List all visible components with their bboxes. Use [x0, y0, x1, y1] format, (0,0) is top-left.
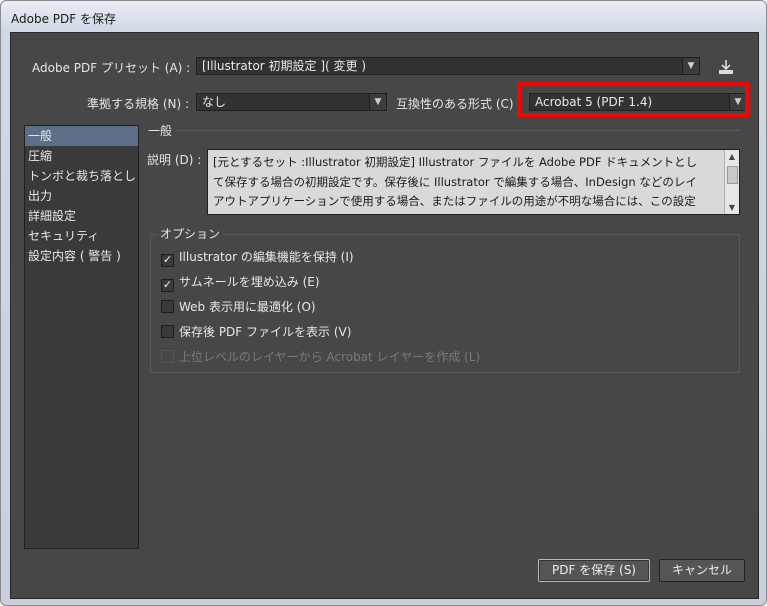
sidebar-item-security[interactable]: セキュリティ: [25, 226, 138, 246]
option-label: Illustrator の編集機能を保持 (I): [179, 250, 354, 264]
chevron-down-icon: ▼: [369, 94, 386, 110]
sidebar-item-advanced[interactable]: 詳細設定: [25, 206, 138, 226]
option-create-acrobat-layers: 上位レベルのレイヤーから Acrobat レイヤーを作成 (L): [161, 348, 480, 366]
chevron-down-icon: ▼: [682, 58, 699, 74]
description-textarea[interactable]: [元とするセット :Illustrator 初期設定] Illustrator …: [207, 149, 740, 215]
window-title: Adobe PDF を保存: [11, 12, 116, 26]
option-label: Web 表示用に最適化 (O): [179, 300, 316, 314]
option-view-after-save[interactable]: 保存後 PDF ファイルを表示 (V): [161, 323, 351, 341]
checkbox-checked[interactable]: ✓: [161, 279, 174, 292]
standard-value: なし: [202, 95, 227, 109]
checkbox-unchecked[interactable]: [161, 300, 174, 313]
scroll-thumb[interactable]: [727, 166, 738, 184]
description-scrollbar[interactable]: ▲ ▼: [724, 150, 739, 214]
description-label: 説明 (D) :: [147, 153, 202, 167]
description-line: て保存する場合の初期設定です。保存後に Illustrator で編集する場合、…: [213, 174, 697, 189]
sidebar-item-general[interactable]: 一般: [25, 126, 138, 146]
highlight-box: [517, 82, 749, 117]
standard-dropdown[interactable]: なし ▼: [196, 93, 387, 111]
option-preserve-editing[interactable]: ✓ Illustrator の編集機能を保持 (I): [161, 248, 354, 267]
preset-value: [Illustrator 初期設定 ]( 変更 ): [202, 59, 367, 73]
save-pdf-dialog: Adobe PDF を保存 Adobe PDF プリセット (A) : [Ill…: [0, 0, 767, 606]
option-label: 上位レベルのレイヤーから Acrobat レイヤーを作成 (L): [179, 350, 481, 364]
section-divider: [175, 130, 740, 131]
dialog-body: Adobe PDF プリセット (A) : [Illustrator 初期設定 …: [10, 32, 759, 599]
title-bar: Adobe PDF を保存: [1, 1, 766, 31]
preset-label: Adobe PDF プリセット (A) :: [32, 61, 191, 75]
option-embed-thumbnails[interactable]: ✓ サムネールを埋め込み (E): [161, 273, 320, 292]
sidebar-item-output[interactable]: 出力: [25, 186, 138, 206]
sidebar-item-compression[interactable]: 圧縮: [25, 146, 138, 166]
preset-dropdown[interactable]: [Illustrator 初期設定 ]( 変更 ) ▼: [196, 57, 700, 75]
option-label: サムネールを埋め込み (E): [179, 275, 320, 289]
checkbox-disabled: [161, 350, 174, 363]
sidebar-item-marks-bleeds[interactable]: トンボと裁ち落とし: [25, 166, 138, 186]
description-line: アウトアプリケーションで使用する場合、またはファイルの用途が不明な場合には、この…: [213, 194, 696, 208]
option-label: 保存後 PDF ファイルを表示 (V): [179, 325, 352, 339]
compatibility-label: 互換性のある形式 (C) :: [396, 97, 522, 111]
options-title: オプション: [158, 225, 223, 242]
sidebar-item-summary[interactable]: 設定内容 ( 警告 ): [25, 246, 138, 266]
download-icon[interactable]: [717, 59, 735, 77]
save-pdf-button[interactable]: PDF を保存 (S): [538, 559, 650, 582]
cancel-button[interactable]: キャンセル: [659, 559, 745, 582]
standard-label: 準拠する規格 (N) :: [87, 97, 190, 111]
section-title: 一般: [148, 124, 173, 138]
scroll-down-icon[interactable]: ▼: [725, 201, 739, 214]
checkbox-checked[interactable]: ✓: [161, 254, 174, 267]
description-line: [元とするセット :Illustrator 初期設定] Illustrator …: [213, 155, 698, 169]
description-text: [元とするセット :Illustrator 初期設定] Illustrator …: [213, 153, 721, 212]
scroll-up-icon[interactable]: ▲: [725, 150, 739, 163]
option-optimize-web[interactable]: Web 表示用に最適化 (O): [161, 298, 316, 316]
checkbox-unchecked[interactable]: [161, 325, 174, 338]
category-list[interactable]: 一般 圧縮 トンボと裁ち落とし 出力 詳細設定 セキュリティ 設定内容 ( 警告…: [24, 125, 139, 549]
